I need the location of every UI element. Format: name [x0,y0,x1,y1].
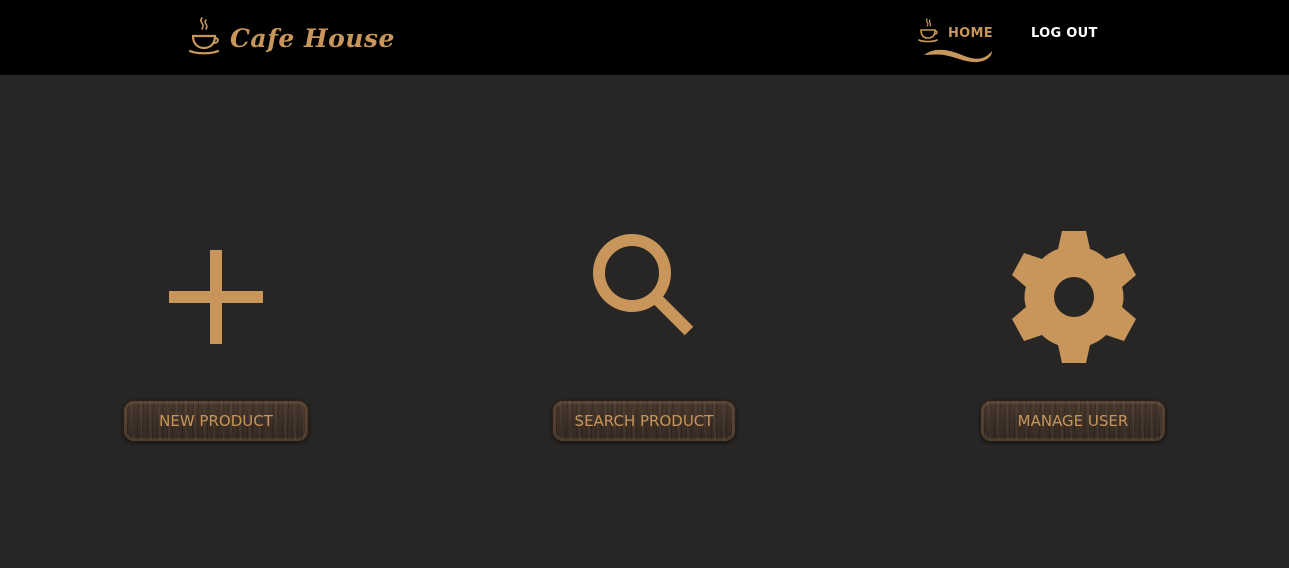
gear-icon[interactable] [998,225,1148,370]
search-product-tile: SEARCH PRODUCT [494,225,794,455]
nav-home-link[interactable]: HOME [918,18,998,68]
plus-icon[interactable] [141,225,291,370]
new-product-button[interactable]: NEW PRODUCT [123,400,309,442]
search-product-button[interactable]: SEARCH PRODUCT [552,400,736,442]
top-navbar: Cafe House HOME LOG OUT [0,0,1289,75]
manage-user-tile: MANAGE USER [923,225,1223,455]
coffee-cup-icon [918,18,938,43]
manage-user-button[interactable]: MANAGE USER [980,400,1166,442]
active-swoosh-decoration [924,49,992,63]
new-product-tile: NEW PRODUCT [66,225,366,455]
nav-home-label: HOME [948,26,993,41]
brand-name: Cafe House [230,23,395,53]
coffee-cup-icon [188,17,220,55]
brand-logo[interactable]: Cafe House [188,14,395,62]
search-icon[interactable] [569,225,719,370]
nav-logout-link[interactable]: LOG OUT [1031,26,1098,41]
